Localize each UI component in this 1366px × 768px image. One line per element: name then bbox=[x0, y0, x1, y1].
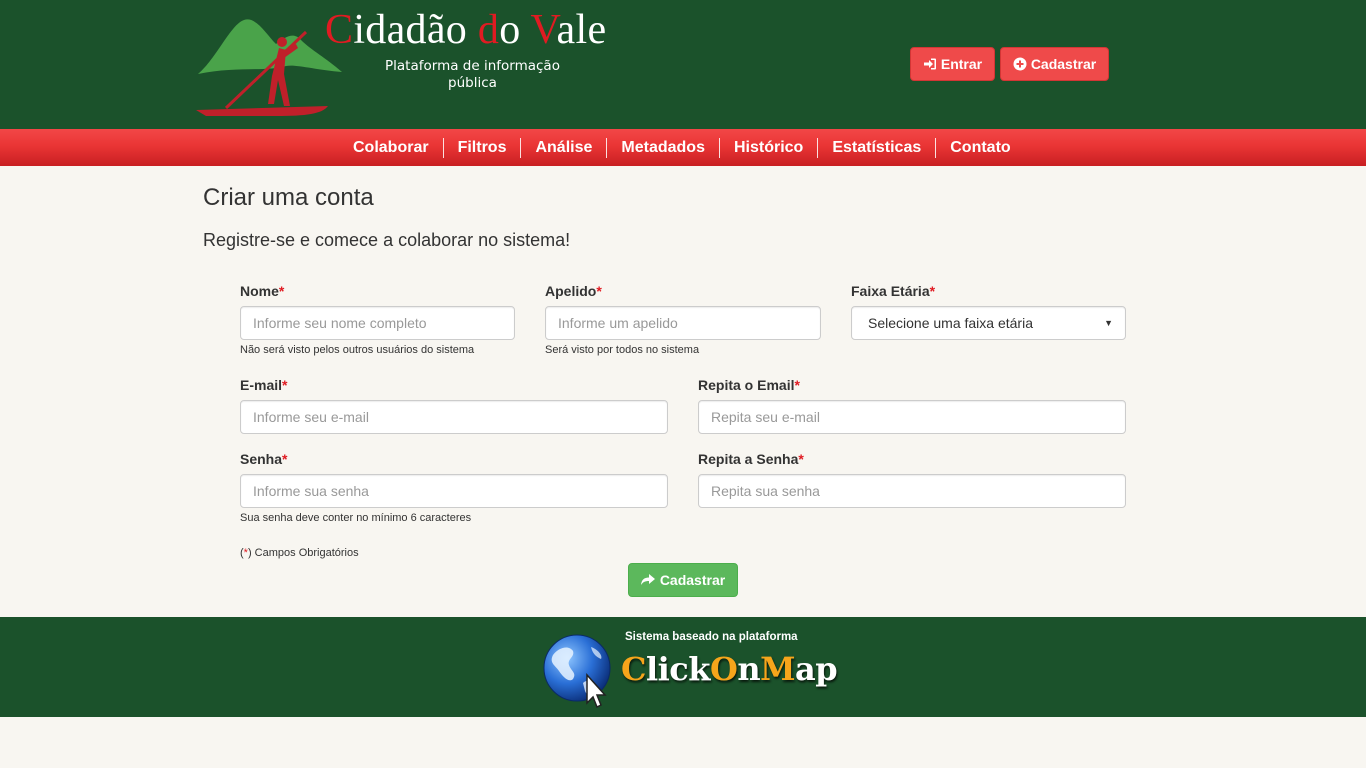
globe-cursor-icon bbox=[543, 634, 611, 709]
faixa-etaria-selected: Selecione uma faixa etária bbox=[868, 315, 1033, 331]
senha-input[interactable] bbox=[253, 483, 655, 499]
nav-item-historico[interactable]: Histórico bbox=[718, 137, 817, 158]
email-label-text: E-mail bbox=[240, 377, 283, 393]
senha-repeat-label-text: Repita a Senha bbox=[698, 451, 799, 467]
logo-canoe-figure-icon[interactable] bbox=[196, 14, 346, 118]
brand-part: C bbox=[621, 650, 646, 688]
register-button[interactable]: Cadastrar bbox=[1000, 47, 1109, 81]
apelido-label: Apelido* bbox=[545, 283, 602, 299]
senha-label-text: Senha bbox=[240, 451, 283, 467]
site-title[interactable]: Cidadão do Vale bbox=[325, 6, 606, 54]
main-nav: Colaborar Filtros Análise Metadados Hist… bbox=[0, 129, 1366, 166]
nav-item-analise[interactable]: Análise bbox=[520, 137, 606, 158]
required-mark: * bbox=[929, 283, 936, 299]
nome-label: Nome* bbox=[240, 283, 284, 299]
brand-part: M bbox=[760, 650, 795, 688]
submit-label: Cadastrar bbox=[659, 572, 726, 588]
brand-part: lick bbox=[645, 650, 710, 688]
nome-input[interactable] bbox=[253, 315, 502, 331]
email-field[interactable] bbox=[240, 400, 668, 434]
brand-part: ap bbox=[795, 650, 838, 688]
senha-repeat-field[interactable] bbox=[698, 474, 1126, 508]
page-title: Criar uma conta bbox=[203, 184, 374, 211]
site-title-part: V bbox=[530, 7, 557, 53]
email-repeat-input[interactable] bbox=[711, 409, 1113, 425]
login-label: Entrar bbox=[940, 56, 983, 72]
site-title-part: idadão bbox=[353, 7, 478, 53]
nome-field[interactable] bbox=[240, 306, 515, 340]
brand-part: n bbox=[737, 650, 761, 688]
required-mark: * bbox=[278, 283, 285, 299]
nav-item-estatisticas[interactable]: Estatísticas bbox=[817, 137, 935, 158]
faixa-etaria-label-text: Faixa Etária bbox=[851, 283, 930, 299]
register-label: Cadastrar bbox=[1030, 56, 1097, 72]
senha-help: Sua senha deve conter no mínimo 6 caract… bbox=[240, 512, 472, 524]
email-repeat-field[interactable] bbox=[698, 400, 1126, 434]
footer-caption: Sistema baseado na plataforma bbox=[625, 631, 798, 643]
required-mark: * bbox=[596, 283, 602, 299]
apelido-help: Será visto por todos no sistema bbox=[545, 344, 700, 356]
nome-label-text: Nome bbox=[240, 283, 279, 299]
senha-repeat-label: Repita a Senha* bbox=[698, 451, 804, 467]
senha-repeat-input[interactable] bbox=[711, 483, 1113, 499]
required-mark: * bbox=[794, 377, 800, 393]
sign-in-icon bbox=[923, 58, 936, 70]
site-title-part: ale bbox=[556, 7, 607, 53]
faixa-etaria-label: Faixa Etária* bbox=[851, 283, 935, 299]
login-button[interactable]: Entrar bbox=[910, 47, 995, 81]
apelido-input[interactable] bbox=[558, 315, 808, 331]
required-note-text: ) Campos Obrigatórios bbox=[247, 547, 359, 559]
caret-down-icon: ▼ bbox=[1104, 318, 1113, 328]
required-mark: * bbox=[798, 451, 804, 467]
site-title-part: o bbox=[499, 7, 531, 53]
page-subtitle: Registre-se e comece a colaborar no sist… bbox=[203, 230, 571, 250]
submit-register-button[interactable]: Cadastrar bbox=[628, 563, 738, 597]
plus-circle-icon bbox=[1013, 57, 1027, 71]
required-mark: * bbox=[282, 377, 288, 393]
required-fields-note: (*) Campos Obrigatórios bbox=[240, 547, 359, 559]
share-arrow-icon bbox=[640, 574, 655, 585]
site-subtitle: Plataforma de informação pública bbox=[385, 58, 560, 91]
apelido-field[interactable] bbox=[545, 306, 821, 340]
senha-field[interactable] bbox=[240, 474, 668, 508]
email-label: E-mail* bbox=[240, 377, 287, 393]
email-input[interactable] bbox=[253, 409, 655, 425]
nav-item-colaborar[interactable]: Colaborar bbox=[339, 138, 443, 158]
site-title-part: d bbox=[477, 7, 500, 53]
site-footer: Sistema baseado na plataforma ClickOnMap bbox=[0, 617, 1366, 717]
site-title-part: C bbox=[325, 7, 354, 53]
nav-item-filtros[interactable]: Filtros bbox=[442, 137, 521, 158]
brand-part: O bbox=[709, 650, 738, 688]
nav-items: Colaborar Filtros Análise Metadados Hist… bbox=[339, 129, 1025, 166]
email-repeat-label: Repita o Email* bbox=[698, 377, 800, 393]
required-mark: * bbox=[282, 451, 288, 467]
senha-label: Senha* bbox=[240, 451, 287, 467]
faixa-etaria-select[interactable]: Selecione uma faixa etária ▼ bbox=[851, 306, 1126, 340]
nav-item-metadados[interactable]: Metadados bbox=[606, 137, 719, 158]
clickonmap-logo[interactable]: ClickOnMap bbox=[621, 650, 838, 688]
email-repeat-label-text: Repita o Email bbox=[698, 377, 795, 393]
site-header: Cidadão do Vale Plataforma de informação… bbox=[0, 0, 1366, 129]
apelido-label-text: Apelido bbox=[545, 283, 597, 299]
nav-item-contato[interactable]: Contato bbox=[935, 137, 1024, 158]
nome-help: Não será visto pelos outros usuários do … bbox=[240, 344, 475, 356]
